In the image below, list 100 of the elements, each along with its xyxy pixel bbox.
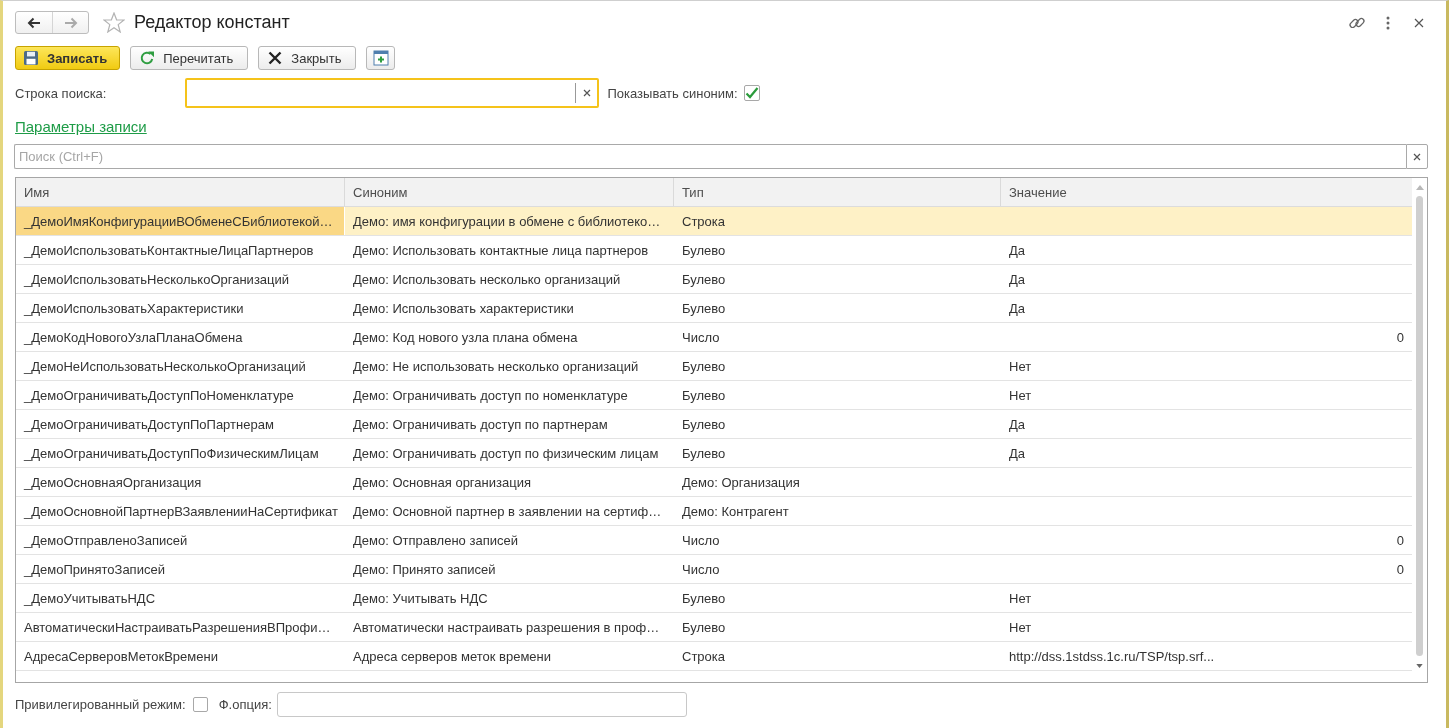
table-cell-text: Да [1008, 299, 1027, 318]
table-cell-text: _ДемоНеИспользоватьНесколькоОрганизаций [22, 357, 307, 376]
table-row[interactable]: _ДемоИспользоватьНесколькоОрганизаций Демо: Использовать несколько организаций Булево Да [16, 265, 1412, 294]
close-button[interactable]: Закрыть [258, 46, 357, 70]
close-icon[interactable] [1414, 17, 1424, 28]
arrow-right-icon [63, 16, 78, 29]
table-cell-text: _ДемоКодНовогоУзлаПланаОбмена [22, 328, 244, 347]
search-field[interactable]: Поиск (Ctrl+F) [14, 144, 1406, 169]
table-cell-text: Демо: Учитывать НДС [352, 589, 489, 608]
scrollbar-thumb[interactable] [1416, 196, 1423, 656]
table-cell-text: _ДемоИспользоватьКонтактныеЛицаПартнеров [22, 241, 315, 260]
star-icon[interactable] [103, 12, 125, 33]
table-row[interactable]: _ДемоПринятоЗаписей Демо: Принято записей Число 0 [16, 555, 1412, 584]
table-cell-text: 0 [1395, 560, 1405, 579]
search-input-field[interactable] [185, 78, 600, 108]
table-cell-text: Демо: Основной партнер в заявлении на сертиф… [352, 502, 663, 521]
table-cell-text: Демо: Ограничивать доступ по партнерам [352, 415, 609, 434]
table-cell-text: Булево [681, 415, 727, 434]
scroll-down-icon[interactable] [1416, 664, 1423, 668]
table-cell-text: Да [1008, 241, 1027, 260]
table-cell-text: Булево [681, 386, 727, 405]
table-cell-text: АдресаСерверовМетокВремени [23, 647, 219, 666]
arrow-left-icon [27, 16, 41, 29]
table-cell-text: Демо: Контрагент [681, 502, 790, 521]
show-synonym-label: Показывать синоним: [607, 85, 738, 101]
table-cell-text: _ДемоИспользоватьХарактеристики [22, 299, 245, 318]
table-cell-text: Нет [1008, 386, 1033, 405]
table-row[interactable]: _ДемоИспользоватьХарактеристики Демо: Использовать характеристики Булево Да [16, 294, 1412, 323]
table-cell-text: Да [1008, 270, 1027, 289]
table-cell-text: Нет [1008, 357, 1033, 376]
table-cell-text: Строка [681, 212, 726, 231]
table-cell-text: _ДемоОсновнойПартнерВЗаявленииНаСертификат [22, 502, 339, 521]
column-header[interactable]: Значение [1001, 178, 1412, 206]
table-cell-text: _ДемоИспользоватьНесколькоОрганизаций [22, 270, 291, 289]
table-cell-text: _ДемоОграничиватьДоступПоФизическимЛицам [22, 444, 320, 463]
table-cell-text: 0 [1395, 328, 1405, 347]
table-row[interactable]: _ДемоОсновнойПартнерВЗаявленииНаСертификат Демо: Основной партнер в заявлении на сертиф… Демо: Контрагент [16, 497, 1412, 526]
table-cell-text: Булево [681, 270, 727, 289]
table-row[interactable]: _ДемоКодНовогоУзлаПланаОбмена Демо: Код нового узла плана обмена Число 0 [16, 323, 1412, 352]
table-row[interactable]: _ДемоИспользоватьКонтактныеЛицаПартнеров Демо: Использовать контактные лица партнеров Булево Да [16, 236, 1412, 265]
reread-button[interactable]: Перечитать [130, 46, 249, 70]
table-cell-text: Демо: Принято записей [352, 560, 497, 579]
table-cell-text: Демо: Основная организация [352, 473, 532, 492]
record-settings-link[interactable]: Параметры записи [15, 117, 147, 135]
table-row[interactable]: АдресаСерверовМетокВремени Адреса серверов меток времени Строка http://dss.1stdss.1c.ru/TSP/tsp.srf... [16, 642, 1412, 671]
column-header[interactable]: Тип [674, 178, 1001, 206]
table-cell-text: 0 [1395, 531, 1405, 550]
search-label: Строка поиска: [15, 85, 107, 101]
refresh-icon [139, 50, 156, 66]
table-cell-text: Адреса серверов меток времени [352, 647, 553, 666]
x-icon [267, 50, 284, 66]
add-button[interactable] [366, 46, 396, 70]
table-row[interactable]: АвтоматическиНастраиватьРазрешенияВПрофи… Автоматически настраивать разрешения в проф… Булево Нет [16, 613, 1412, 642]
window-plus-icon [372, 50, 389, 66]
table-row[interactable]: _ДемоОграничиватьДоступПоПартнерам Демо: Ограничивать доступ по партнерам Булево Да [16, 410, 1412, 439]
table-cell-text: Демо: Использовать несколько организаций [352, 270, 622, 289]
table-cell-text: Булево [681, 589, 727, 608]
checkbox[interactable] [743, 85, 760, 101]
table-cell-text: АвтоматическиНастраиватьРазрешенияВПрофи… [23, 618, 332, 637]
table-row[interactable]: _ДемоУчитыватьНДС Демо: Учитывать НДС Булево Нет [16, 584, 1412, 613]
table-cell-text: Демо: Ограничивать доступ по физическим лицам [352, 444, 660, 463]
table-cell-text: Булево [681, 299, 727, 318]
table-cell-text: Демо: имя конфигурации в обмене с библиотеко… [352, 212, 662, 231]
table-row[interactable]: _ДемоОсновнаяОрганизация Демо: Основная организация Демо: Организация [16, 468, 1412, 497]
table-cell-text: http://dss.1stdss.1c.ru/TSP/tsp.srf... [1008, 647, 1216, 666]
clear-icon [1413, 152, 1421, 161]
table-row[interactable]: _ДемоОграничиватьДоступПоФизическимЛицам Демо: Ограничивать доступ по физическим лицам Булево Да [16, 439, 1412, 468]
table-cell-text: Демо: Использовать характеристики [352, 299, 575, 318]
table-cell-text: Демо: Организация [681, 473, 801, 492]
table-cell-text: Демо: Отправлено записей [352, 531, 519, 550]
table-cell-text: _ДемоОграничиватьДоступПоНоменклатуре [22, 386, 295, 405]
table-cell-text: _ДемоУчитыватьНДС [22, 589, 157, 608]
table-row[interactable]: _ДемоОграничиватьДоступПоНоменклатуре Демо: Ограничивать доступ по номенклатуре Булево Нет [16, 381, 1412, 410]
table-cell-text: Да [1008, 444, 1027, 463]
table-cell-text: Булево [681, 444, 727, 463]
table-cell-text: Нет [1008, 618, 1033, 637]
table-row[interactable]: _ДемоОтправленоЗаписей Демо: Отправлено записей Число 0 [16, 526, 1412, 555]
table-cell-text: Нет [1008, 589, 1033, 608]
table-row[interactable]: _ДемоИмяКонфигурацииВОбменеСБиблиотекой… Демо: имя конфигурации в обмене с библиотеко… Строка [16, 207, 1412, 236]
table-cell-text: Демо: Использовать контактные лица партнеров [352, 241, 650, 260]
clear-button[interactable] [1406, 144, 1428, 169]
save-button[interactable]: Записать [15, 46, 121, 70]
clear-icon [582, 89, 591, 97]
table-row[interactable]: _ДемоНеИспользоватьНесколькоОрганизаций Демо: Не использовать несколько организаций Булево Нет [16, 352, 1412, 381]
table-cell-text: _ДемоОграничиватьДоступПоПартнерам [22, 415, 275, 434]
table-cell-text: Число [681, 531, 721, 550]
table-cell-text: Демо: Код нового узла плана обмена [352, 328, 579, 347]
table-cell-text: Булево [681, 618, 727, 637]
column-header[interactable]: Имя [16, 178, 345, 206]
functional-option-field[interactable] [276, 692, 687, 717]
checkbox[interactable] [192, 697, 208, 712]
column-header[interactable]: Синоним [345, 178, 674, 206]
table-cell-text: _ДемоПринятоЗаписей [22, 560, 166, 579]
check-icon [744, 87, 759, 99]
table-cell-text: _ДемоОсновнаяОрганизация [22, 473, 203, 492]
window-title: Редактор констант [134, 12, 290, 33]
table-cell-text: Автоматически настраивать разрешения в проф… [352, 618, 661, 637]
table-cell-text: Число [681, 560, 721, 579]
table-cell-text: Демо: Не использовать несколько организаций [352, 357, 640, 376]
more-icon[interactable] [1386, 15, 1390, 30]
